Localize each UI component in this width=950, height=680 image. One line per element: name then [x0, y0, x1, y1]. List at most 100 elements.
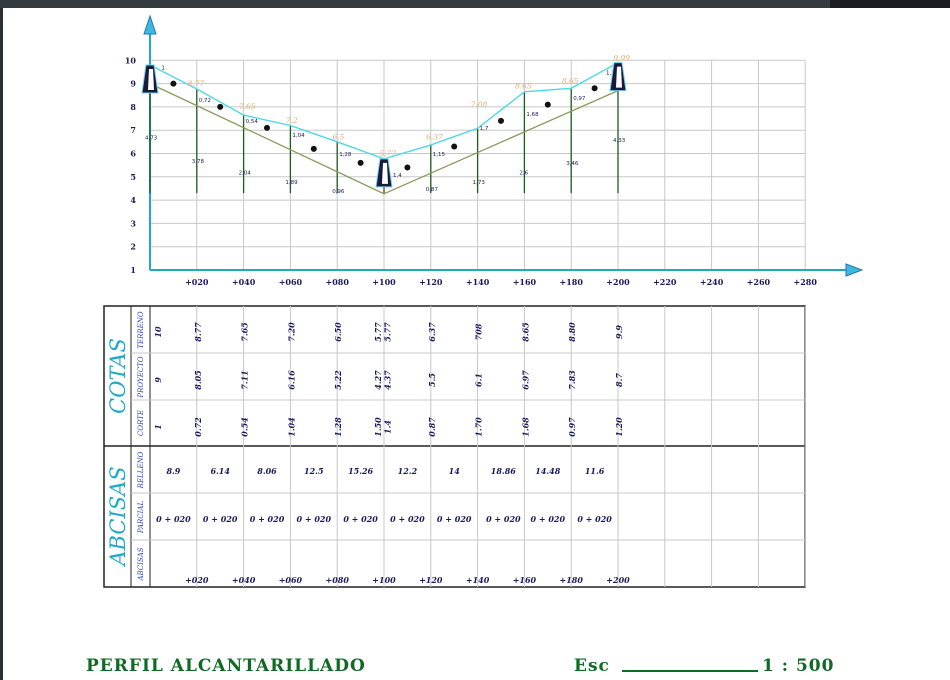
terrain-value-label: 9.99 — [613, 53, 630, 62]
x-tick-label: +040 — [232, 277, 256, 287]
relleno-value: 12.5 — [304, 466, 324, 476]
terreno-value: 9.9 — [614, 325, 624, 339]
table-values: 10 8.77 7.65 7.20 6.50 5.77 5.77 6.37 708 8.65 8.8… — [153, 322, 630, 585]
survey-point — [451, 143, 458, 150]
row-label-parcial: PARCIAL — [137, 501, 145, 535]
manhole-highlight-icon — [148, 68, 154, 90]
survey-point — [544, 101, 551, 108]
y-axis-arrow-icon — [143, 14, 157, 35]
y-tick-label: 3 — [130, 218, 136, 228]
corte-value: 1 — [153, 424, 163, 430]
depth-value-label: 1,15 — [433, 152, 446, 158]
row-label-terreno: TERRENO — [137, 311, 145, 349]
cut-value-label: 3,46 — [566, 161, 579, 167]
x-tick-label: +160 — [513, 277, 537, 287]
y-tick-label: 1 — [130, 265, 136, 275]
parcial-value: 0 + 020 — [486, 514, 521, 524]
corte-value: 1.28 — [333, 417, 343, 437]
terrain-value-label: 7.2 — [286, 116, 298, 125]
terreno-value: 7.65 — [240, 322, 250, 342]
group-label-abcisas: ABCISAS — [106, 466, 130, 567]
parcial-value: 0 + 020 — [297, 514, 332, 524]
depth-value-label: 1,68 — [526, 112, 539, 118]
survey-point — [170, 80, 177, 87]
survey-point — [591, 85, 598, 92]
depth-value-label: 1,4 — [393, 173, 402, 179]
abcisa-value: +040 — [232, 575, 256, 585]
parcial-value: 0 + 020 — [577, 514, 612, 524]
terreno-value: 8.77 — [193, 322, 203, 342]
x-tick-label: +100 — [372, 277, 396, 287]
x-tick-label: +060 — [279, 277, 303, 287]
corte-value: 1.4 — [382, 420, 392, 434]
relleno-value: 15.26 — [348, 466, 373, 476]
survey-point — [357, 159, 364, 166]
survey-point — [498, 117, 504, 124]
chart-axes — [143, 14, 864, 277]
proyecto-value: 6.16 — [286, 370, 296, 390]
proyecto-value: 7.83 — [567, 370, 577, 390]
relleno-value: 11.6 — [585, 466, 605, 476]
terrain-value-label: 7.65 — [239, 102, 256, 111]
terreno-value: 708 — [474, 323, 484, 340]
proyecto-value: 9 — [153, 377, 163, 383]
depth-value-label: 0,54 — [246, 119, 259, 125]
terrain-value-label: 8.65 — [562, 77, 579, 86]
terreno-value: 6.50 — [333, 322, 343, 342]
row-label-abcisas: ABCISAS — [137, 547, 145, 581]
cut-value-label: 2,6 — [519, 170, 528, 176]
corte-value: 0.54 — [240, 417, 250, 437]
proyecto-value: 7.11 — [240, 370, 250, 389]
scale-label: Esc — [574, 656, 610, 676]
y-tick-label: 5 — [130, 172, 136, 182]
proyecto-value: 5.22 — [333, 370, 343, 390]
terreno-value: 6.37 — [427, 322, 437, 342]
x-tick-label: +260 — [747, 277, 771, 287]
y-tick-label: 2 — [130, 242, 136, 252]
row-label-corte: CORTE — [137, 410, 145, 436]
title-block: PERFIL ALCANTARILLADO Esc 1 : 500 — [86, 656, 833, 676]
terreno-value: 8.65 — [520, 322, 530, 342]
cut-value-label: 2,04 — [239, 170, 252, 176]
depth-value-label: 1 — [161, 66, 165, 72]
abcisa-value: +020 — [185, 575, 209, 585]
y-tick-label: 9 — [130, 79, 136, 89]
survey-point — [310, 145, 317, 152]
x-tick-label: +120 — [419, 277, 443, 287]
corte-value: 0.72 — [193, 417, 203, 437]
abcisa-value: +120 — [419, 575, 443, 585]
abcisa-value: +060 — [279, 575, 303, 585]
proyecto-value: 6.1 — [474, 373, 484, 387]
cut-value-label: 4,33 — [613, 138, 626, 144]
x-tick-label: +240 — [700, 277, 724, 287]
table-grid — [103, 305, 806, 588]
x-tick-label: +140 — [466, 277, 490, 287]
cut-value-label: 0,96 — [332, 189, 345, 195]
x-tick-label: +220 — [653, 277, 677, 287]
depth-value-label: 1,7 — [480, 126, 489, 132]
y-tick-label: 7 — [130, 125, 136, 135]
survey-point — [264, 124, 270, 131]
corte-value: 1.20 — [614, 417, 624, 437]
abcisa-value: +140 — [466, 575, 490, 585]
row-label-proyecto: PROYECTO — [137, 356, 145, 398]
abcisa-value: +160 — [513, 575, 537, 585]
profile-drawing: 1 2 3 4 5 6 7 8 9 10 +020 +040 +060 +080 +100 +120 +140… — [86, 14, 864, 676]
cut-value-label: 1,73 — [473, 180, 486, 186]
relleno-value: 14 — [449, 466, 461, 476]
terrain-value-label: 8.77 — [187, 79, 204, 88]
relleno-value: 12.2 — [398, 466, 418, 476]
x-tick-label: +180 — [559, 277, 583, 287]
corte-value: 1.04 — [286, 417, 296, 437]
depth-value-label: 1,04 — [292, 133, 305, 139]
survey-point — [217, 103, 224, 110]
proyecto-value: 4.37 — [382, 370, 392, 390]
relleno-value: 6.14 — [210, 466, 230, 476]
depth-value-label: 0,97 — [573, 96, 586, 102]
abcisa-value: +080 — [325, 575, 349, 585]
x-tick-label: +200 — [606, 277, 630, 287]
terrain-value-label: 8.65 — [515, 81, 532, 90]
relleno-value: 14.48 — [535, 466, 560, 476]
terrain-value-label: 6.37 — [426, 133, 443, 142]
terrain-value-label: 7.08 — [471, 100, 488, 109]
